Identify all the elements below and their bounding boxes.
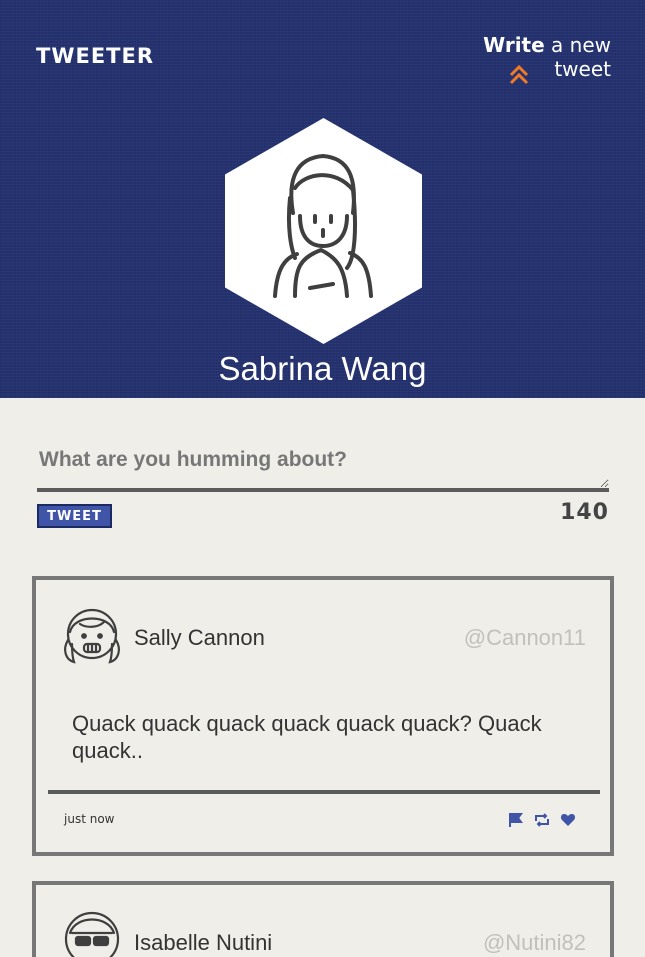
profile-name: Sabrina Wang [218,350,427,387]
tweet-timestamp: just now [64,812,115,826]
tweet-input[interactable] [37,440,609,492]
tweet-composer: TWEET 140 [37,440,609,528]
tweet-content: Quack quack quack quack quack quack? Qua… [72,711,542,763]
tweet-card: Sally Cannon @Cannon11 Quack quack quack… [32,576,614,856]
tweet-card: Isabelle Nutini @Nutini82 [32,881,614,957]
write-new-tweet-toggle[interactable]: Write a new tweet [421,33,611,85]
profile-avatar [225,118,422,344]
tweet-author-name: Sally Cannon [134,625,265,650]
double-chevron-up-icon[interactable] [421,63,611,90]
tweet-author-handle: @Cannon11 [463,625,586,650]
compose-toggle-word: Write [483,33,545,57]
retweet-icon[interactable] [534,812,550,828]
tweet-divider [48,790,600,794]
character-counter: 140 [560,500,609,525]
tweet-author-handle: @Nutini82 [482,930,586,955]
tweet-button[interactable]: TWEET [37,504,112,528]
app-logo[interactable]: TWEETER [36,44,154,68]
tweet-actions [508,812,576,828]
tweet-author-name: Isabelle Nutini [134,930,273,955]
heart-icon[interactable] [560,812,576,828]
flag-icon[interactable] [508,812,524,828]
profile-header: TWEETER Write a new tweet Sabrina Wang [0,0,645,398]
user-avatar [64,608,120,664]
user-avatar [64,911,120,957]
